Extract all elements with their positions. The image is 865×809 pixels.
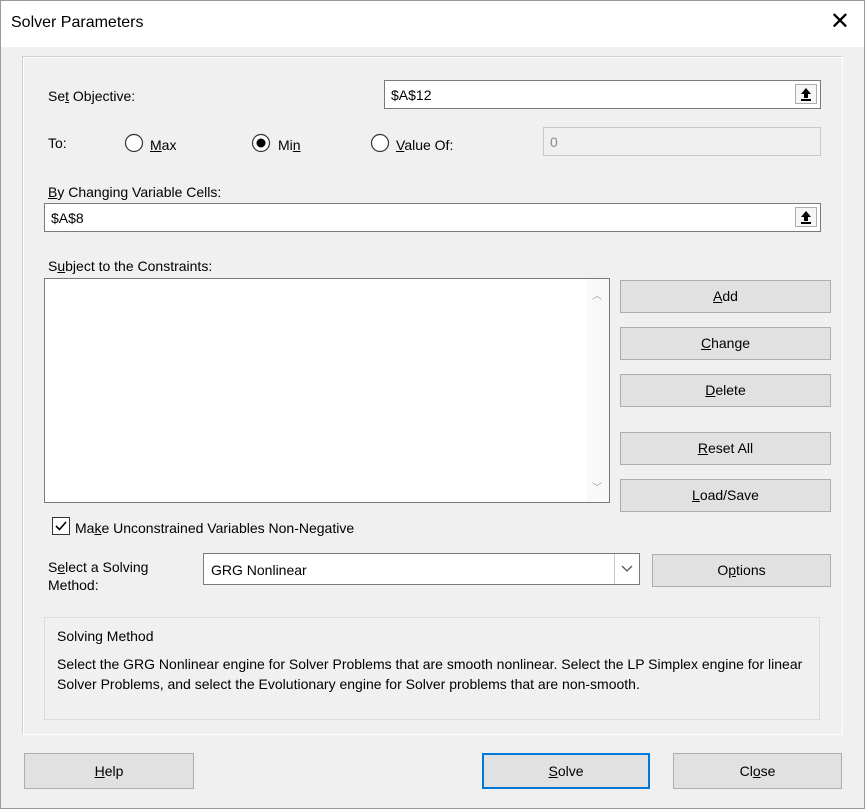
options-button[interactable]: Options — [652, 554, 831, 587]
set-objective-value: $A$12 — [391, 87, 432, 103]
solving-method-select[interactable]: GRG Nonlinear — [203, 553, 640, 585]
non-negative-checkbox[interactable] — [52, 517, 70, 535]
help-button[interactable]: Help — [24, 753, 194, 789]
change-button[interactable]: Change — [620, 327, 831, 360]
solve-button[interactable]: Solve — [482, 753, 650, 789]
value-of-radio[interactable] — [370, 133, 390, 153]
scroll-down-icon[interactable]: ﹀ — [592, 479, 602, 494]
set-objective-label: Set Objective: — [48, 88, 136, 104]
value-of-value: 0 — [550, 134, 558, 150]
close-icon[interactable]: ✕ — [830, 9, 850, 35]
load-save-button[interactable]: Load/Save — [620, 479, 831, 512]
info-title: Solving Method — [57, 628, 154, 644]
add-button[interactable]: Add — [620, 280, 831, 313]
reset-all-button[interactable]: Reset All — [620, 432, 831, 465]
dropdown-button[interactable] — [614, 554, 639, 584]
constraints-label: Subject to the Constraints: — [48, 258, 213, 274]
dialog-title: Solver Parameters — [11, 14, 144, 31]
chevron-down-icon — [621, 565, 633, 572]
solving-method-value: GRG Nonlinear — [211, 562, 307, 578]
changing-cells-label: By Changing Variable Cells: — [48, 184, 222, 200]
arrow-up-icon — [801, 211, 811, 224]
solving-method-info: Solving Method Select the GRG Nonlinear … — [44, 617, 820, 720]
value-of-radio-label[interactable]: Value Of: — [396, 137, 453, 153]
to-label: To: — [48, 135, 67, 151]
collapse-changing-button[interactable] — [795, 207, 817, 227]
max-radio-label[interactable]: Max — [150, 137, 176, 153]
title-bar: Solver Parameters ✕ — [1, 1, 864, 47]
changing-cells-input[interactable]: $A$8 — [44, 203, 821, 232]
changing-cells-value: $A$8 — [51, 210, 84, 226]
min-radio[interactable] — [251, 133, 271, 153]
set-objective-input[interactable]: $A$12 — [384, 80, 821, 109]
scroll-up-icon[interactable]: ︿ — [592, 287, 602, 302]
value-of-input[interactable]: 0 — [543, 127, 821, 156]
min-radio-label[interactable]: Min — [278, 137, 301, 153]
constraints-scrollbar[interactable]: ︿ ﹀ — [587, 279, 609, 502]
checkmark-icon — [55, 521, 67, 531]
max-radio[interactable] — [124, 133, 144, 153]
info-text: Select the GRG Nonlinear engine for Solv… — [57, 656, 803, 692]
solver-parameters-dialog: Solver Parameters ✕ Set Objective: $A$12… — [0, 0, 865, 809]
arrow-up-icon — [801, 88, 811, 101]
non-negative-label[interactable]: Make Unconstrained Variables Non-Negativ… — [75, 520, 354, 536]
constraints-list[interactable]: ︿ ﹀ — [44, 278, 610, 503]
close-button[interactable]: Close — [673, 753, 842, 789]
collapse-objective-button[interactable] — [795, 84, 817, 104]
delete-button[interactable]: Delete — [620, 374, 831, 407]
solving-method-label: Select a Solving Method: — [48, 559, 149, 593]
